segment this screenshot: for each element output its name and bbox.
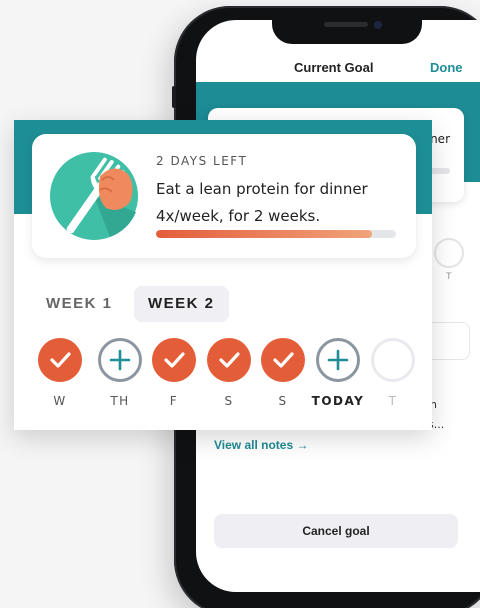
goal-description: Eat a lean protein for dinner 4x/week, f… <box>156 180 368 225</box>
background-note-card <box>428 322 470 360</box>
day-item: TODAY <box>312 338 363 420</box>
view-all-notes-link[interactable]: View all notes → <box>214 438 308 452</box>
day-completed-checkmark-icon[interactable] <box>207 338 251 382</box>
fork-hand-icon <box>50 152 138 240</box>
speaker-grille <box>324 22 368 27</box>
day-item: W <box>38 338 82 420</box>
day-completed-checkmark-icon[interactable] <box>152 338 196 382</box>
day-item: F <box>152 338 196 420</box>
background-day-label: T <box>446 272 452 282</box>
background-day-circle <box>434 238 464 268</box>
day-completed-checkmark-icon[interactable] <box>261 338 305 382</box>
day-label: T <box>388 394 398 408</box>
phone-notch <box>272 14 422 44</box>
goal-card[interactable]: 2 DAYS LEFT Eat a lean protein for dinne… <box>32 134 416 258</box>
phone-side-button <box>172 86 176 108</box>
day-add-plus-icon[interactable] <box>316 338 360 382</box>
goal-progress-bar <box>156 230 396 238</box>
day-item: T <box>371 338 415 420</box>
cancel-goal-button[interactable]: Cancel goal <box>214 514 458 548</box>
day-empty-circle[interactable] <box>371 338 415 382</box>
tab-week-1[interactable]: WEEK 1 <box>32 286 127 322</box>
days-left-label: 2 DAYS LEFT <box>156 154 248 168</box>
day-item: S <box>261 338 305 420</box>
front-camera-icon <box>374 21 382 29</box>
background-goal-text: ner <box>430 132 450 146</box>
tab-week-2[interactable]: WEEK 2 <box>134 286 229 322</box>
done-button[interactable]: Done <box>430 60 463 75</box>
day-completed-checkmark-icon[interactable] <box>38 338 82 382</box>
day-add-plus-icon[interactable] <box>98 338 142 382</box>
goal-overlay-panel: 2 DAYS LEFT Eat a lean protein for dinne… <box>14 120 432 430</box>
screen-title: Current Goal <box>294 60 374 75</box>
goal-progress-fill <box>156 230 372 238</box>
